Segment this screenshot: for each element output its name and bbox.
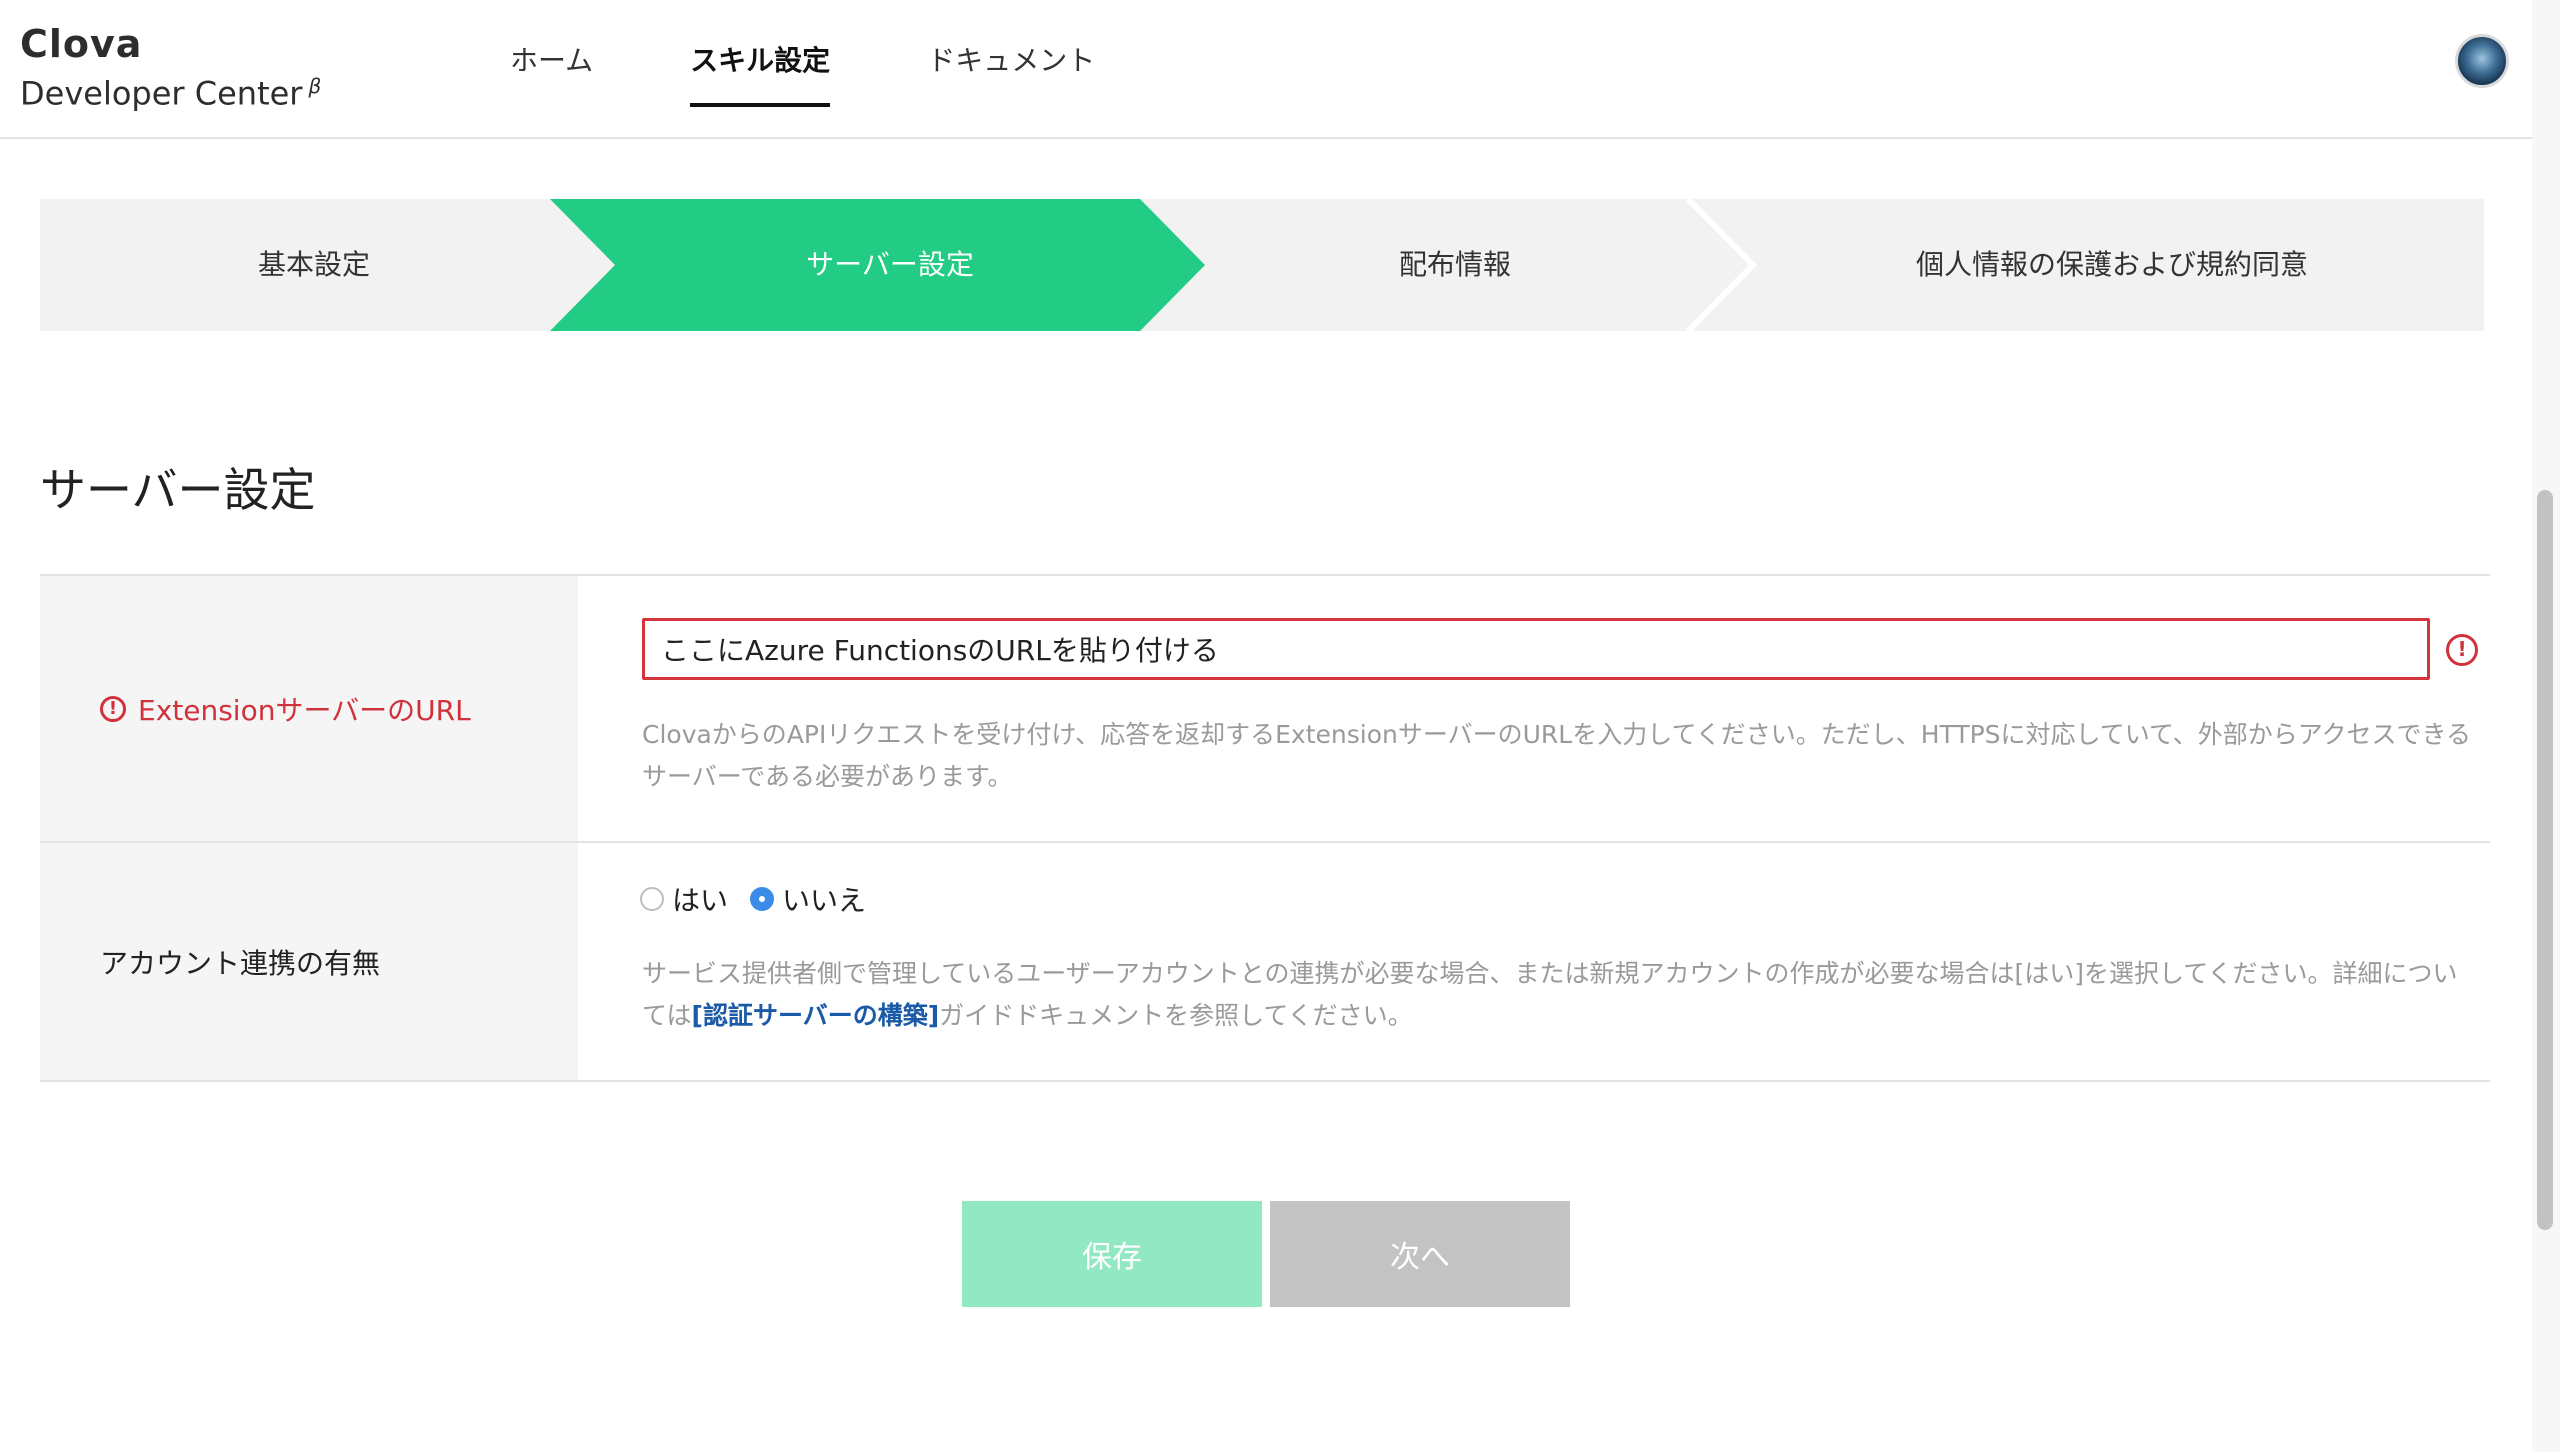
nav-tab-home[interactable]: ホーム xyxy=(510,0,593,137)
input-error-icon: ! xyxy=(2446,634,2478,666)
exclamation-circle-icon: ! xyxy=(100,695,126,722)
radio-no-circle[interactable] xyxy=(750,887,775,911)
step-distribution-info[interactable]: 配布情報 xyxy=(1190,199,1720,331)
clova-logo[interactable]: Clova Developer Center β xyxy=(20,22,321,114)
page-title: サーバー設定 xyxy=(40,463,316,517)
top-header: Clova Developer Center β ホーム スキル設定 ドキュメント xyxy=(0,0,2532,139)
account-linking-help: サービス提供者側で管理しているユーザーアカウントとの連携が必要な場合、または新規… xyxy=(642,959,2458,1030)
auth-server-guide-link[interactable]: [認証サーバーの構築] xyxy=(692,1001,940,1030)
setup-stepper: 基本設定 サーバー設定 配布情報 個人情報の保護および規約同意 xyxy=(40,199,2484,331)
radio-yes[interactable]: はい xyxy=(640,879,728,919)
next-button[interactable]: 次へ xyxy=(1270,1201,1570,1307)
extension-url-label: ExtensionサーバーのURL xyxy=(138,693,471,727)
main-nav: ホーム スキル設定 ドキュメント xyxy=(510,0,1192,137)
server-settings-form: ! ExtensionサーバーのURL ! ClovaからのAPIリクエストを受… xyxy=(40,574,2490,1082)
radio-yes-circle[interactable] xyxy=(640,887,664,911)
extension-url-help: ClovaからのAPIリクエストを受け付け、応答を返却するExtensionサー… xyxy=(642,720,2472,791)
form-row-account-linking: アカウント連携の有無 はい いいえ サービス提供者側で管理しているユーザーアカウ… xyxy=(40,843,2490,1082)
extension-url-input[interactable] xyxy=(642,618,2430,680)
logo-title: Clova xyxy=(20,22,143,66)
user-avatar[interactable] xyxy=(2455,34,2509,88)
account-linking-label: アカウント連携の有無 xyxy=(100,946,381,980)
step-privacy-terms[interactable]: 個人情報の保護および規約同意 xyxy=(1740,199,2484,331)
form-row-extension-url: ! ExtensionサーバーのURL ! ClovaからのAPIリクエストを受… xyxy=(40,576,2490,843)
step-server-settings[interactable]: サーバー設定 xyxy=(600,199,1180,331)
radio-no[interactable]: いいえ xyxy=(750,879,866,919)
save-button[interactable]: 保存 xyxy=(962,1201,1262,1307)
page-scrollbar-thumb[interactable] xyxy=(2537,490,2553,1230)
logo-subtitle: Developer Center xyxy=(20,74,303,113)
account-linking-radio-group: はい いいえ xyxy=(640,879,888,919)
nav-tab-skill-settings[interactable]: スキル設定 xyxy=(690,0,831,137)
logo-beta: β xyxy=(308,74,322,98)
step-basic-settings[interactable]: 基本設定 xyxy=(40,199,588,331)
nav-tab-documents[interactable]: ドキュメント xyxy=(927,0,1095,137)
